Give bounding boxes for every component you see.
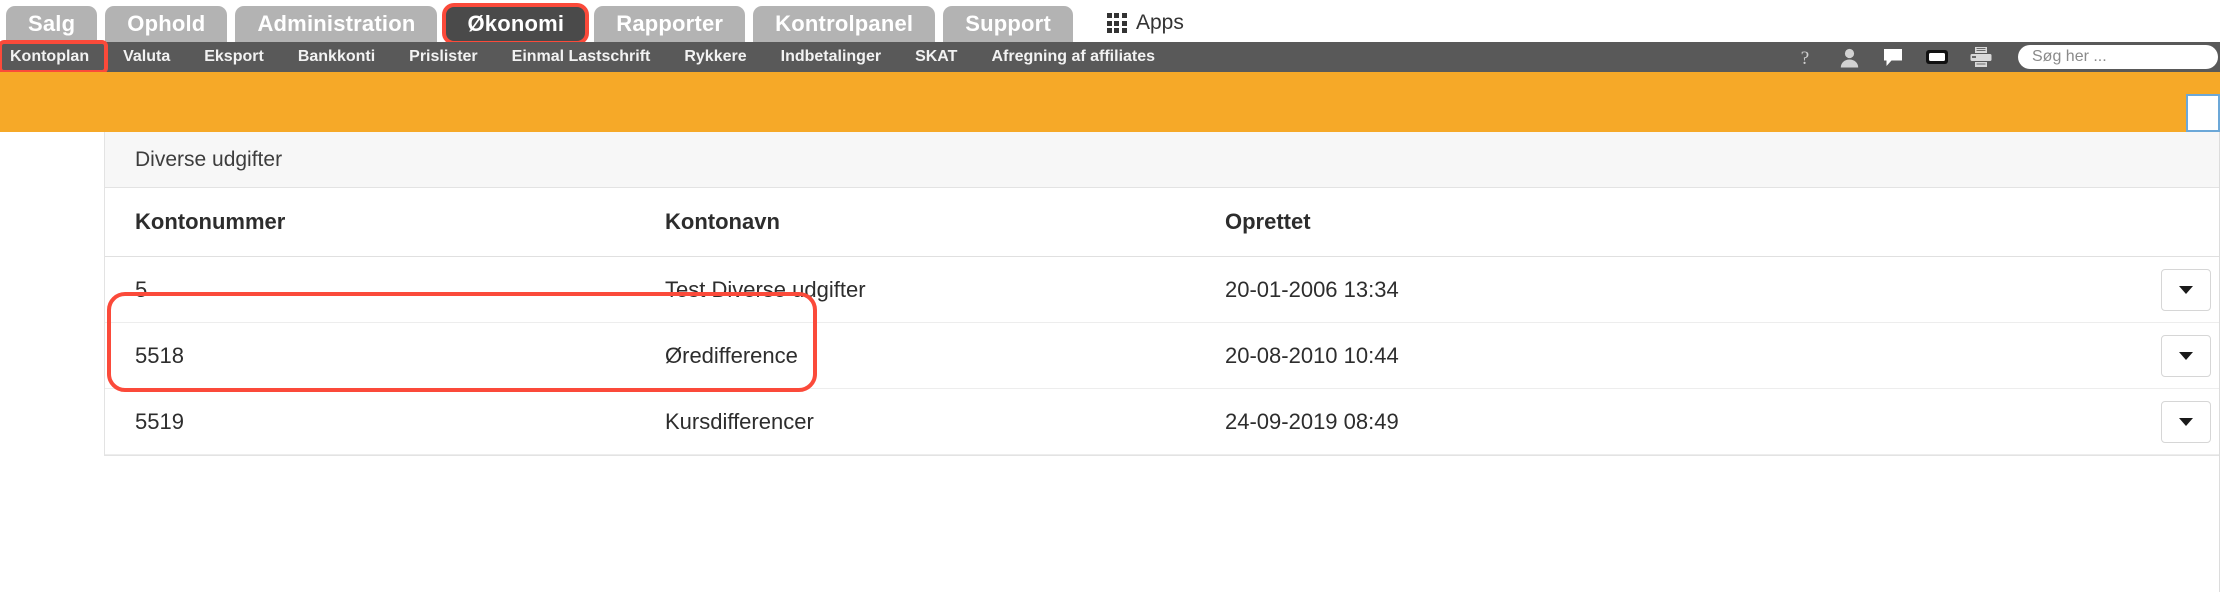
subnav-item-kontoplan[interactable]: Kontoplan <box>0 40 109 74</box>
column-header-kontonummer[interactable]: Kontonummer <box>105 188 665 257</box>
subnav-label: Prislister <box>409 48 478 65</box>
subnav-item-eksport[interactable]: Eksport <box>187 42 281 72</box>
main-content-area: Diverse udgifter Kontonummer Kontonavn O… <box>0 132 2220 592</box>
search-placeholder: Søg her ... <box>2032 48 2107 65</box>
table-header: Kontonummer Kontonavn Oprettet <box>105 188 2220 257</box>
printer-icon[interactable] <box>1968 45 1994 69</box>
subnav-item-indbetalinger[interactable]: Indbetalinger <box>764 42 898 72</box>
cell-kontonummer: 5 <box>105 256 665 323</box>
tab-label: Økonomi <box>467 11 565 36</box>
cell-kontonavn: Øredifference <box>665 322 1225 389</box>
subnav-label: Einmal Lastschrift <box>511 48 651 65</box>
column-header-oprettet[interactable]: Oprettet <box>1225 188 1925 257</box>
tab-ophold[interactable]: Ophold <box>105 6 228 42</box>
subnav-item-list: Kontoplan Valuta Eksport Bankkonti Prisl… <box>0 40 1172 74</box>
chevron-down-icon <box>2179 351 2193 360</box>
screen-display-icon[interactable] <box>1924 45 1950 69</box>
subnav-item-afregning-af-affiliates[interactable]: Afregning af affiliates <box>974 42 1172 72</box>
subnav-item-skat[interactable]: SKAT <box>898 42 974 72</box>
apps-label: Apps <box>1135 11 1184 34</box>
search-input[interactable]: Søg her ... <box>2018 45 2218 69</box>
subnav-label: SKAT <box>915 48 958 65</box>
subnav-item-valuta[interactable]: Valuta <box>106 42 187 72</box>
account-plan-card: Diverse udgifter Kontonummer Kontonavn O… <box>104 132 2220 456</box>
tab-salg[interactable]: Salg <box>6 6 98 42</box>
subnav-label: Indbetalinger <box>780 48 882 65</box>
cell-actions <box>1925 322 2220 389</box>
table-row[interactable]: 5518 Øredifference 20-08-2010 10:44 <box>105 322 2220 389</box>
accounts-table: Kontonummer Kontonavn Oprettet 5 Test Di… <box>105 188 2220 455</box>
subnav-label: Eksport <box>204 48 264 65</box>
cell-actions <box>1925 256 2220 323</box>
subnav-item-prislister[interactable]: Prislister <box>392 42 494 72</box>
card-title: Diverse udgifter <box>135 147 283 171</box>
chat-bubble-icon[interactable] <box>1880 45 1906 69</box>
tab-support[interactable]: Support <box>943 6 1073 42</box>
table-body: 5 Test Diverse udgifter 20-01-2006 13:34… <box>105 256 2220 455</box>
user-profile-icon[interactable] <box>1836 45 1862 69</box>
tab-label: Ophold <box>127 11 206 36</box>
card-header: Diverse udgifter <box>105 132 2219 188</box>
tab-administration[interactable]: Administration <box>235 6 438 42</box>
tab-label: Administration <box>257 11 416 36</box>
sub-navigation-bar: Kontoplan Valuta Eksport Bankkonti Prisl… <box>0 40 2220 74</box>
main-tab-bar: Salg Ophold Administration Økonomi Rappo… <box>0 0 2220 45</box>
subnav-label: Kontoplan <box>10 48 90 65</box>
cell-kontonummer: 5519 <box>105 388 665 455</box>
chevron-down-icon <box>2179 285 2193 294</box>
column-header-actions <box>1925 188 2220 257</box>
chevron-down-icon <box>2179 417 2193 426</box>
apps-grid-icon <box>1106 13 1127 33</box>
cell-kontonavn: Test Diverse udgifter <box>665 256 1225 323</box>
tab-label: Salg <box>28 11 76 36</box>
subnav-label: Rykkere <box>684 48 747 65</box>
subnav-icon-group: ? Søg her ... <box>1792 42 2220 72</box>
svg-text:?: ? <box>1801 48 1809 68</box>
right-edge-button[interactable] <box>2186 94 2220 132</box>
subnav-label: Valuta <box>123 48 171 65</box>
table-header-row: Kontonummer Kontonavn Oprettet <box>105 188 2220 257</box>
subnav-item-rykkere[interactable]: Rykkere <box>667 42 763 72</box>
cell-oprettet: 20-08-2010 10:44 <box>1225 322 1925 389</box>
tab-label: Rapporter <box>616 11 724 36</box>
tab-label: Support <box>965 11 1051 36</box>
brand-orange-band <box>0 72 2220 132</box>
tab-okonomi[interactable]: Økonomi <box>442 3 590 45</box>
row-actions-dropdown-button[interactable] <box>2161 334 2211 377</box>
subnav-item-bankkonti[interactable]: Bankkonti <box>281 42 392 72</box>
tab-label: Kontrolpanel <box>775 11 914 36</box>
subnav-item-einmal-lastschrift[interactable]: Einmal Lastschrift <box>495 42 668 72</box>
row-actions-dropdown-button[interactable] <box>2161 400 2211 443</box>
tab-kontrolpanel[interactable]: Kontrolpanel <box>753 6 936 42</box>
cell-oprettet: 24-09-2019 08:49 <box>1225 388 1925 455</box>
cell-kontonummer: 5518 <box>105 322 665 389</box>
table-row[interactable]: 5519 Kursdifferencer 24-09-2019 08:49 <box>105 388 2220 455</box>
cell-actions <box>1925 388 2220 455</box>
cell-kontonavn: Kursdifferencer <box>665 388 1225 455</box>
help-question-icon[interactable]: ? <box>1792 45 1818 69</box>
subnav-label: Bankkonti <box>297 48 376 65</box>
cell-oprettet: 20-01-2006 13:34 <box>1225 256 1925 323</box>
table-row[interactable]: 5 Test Diverse udgifter 20-01-2006 13:34 <box>105 256 2220 323</box>
apps-button[interactable]: Apps <box>1106 6 1184 40</box>
tab-rapporter[interactable]: Rapporter <box>594 6 746 42</box>
row-actions-dropdown-button[interactable] <box>2161 268 2211 311</box>
column-header-kontonavn[interactable]: Kontonavn <box>665 188 1225 257</box>
subnav-label: Afregning af affiliates <box>991 48 1156 65</box>
